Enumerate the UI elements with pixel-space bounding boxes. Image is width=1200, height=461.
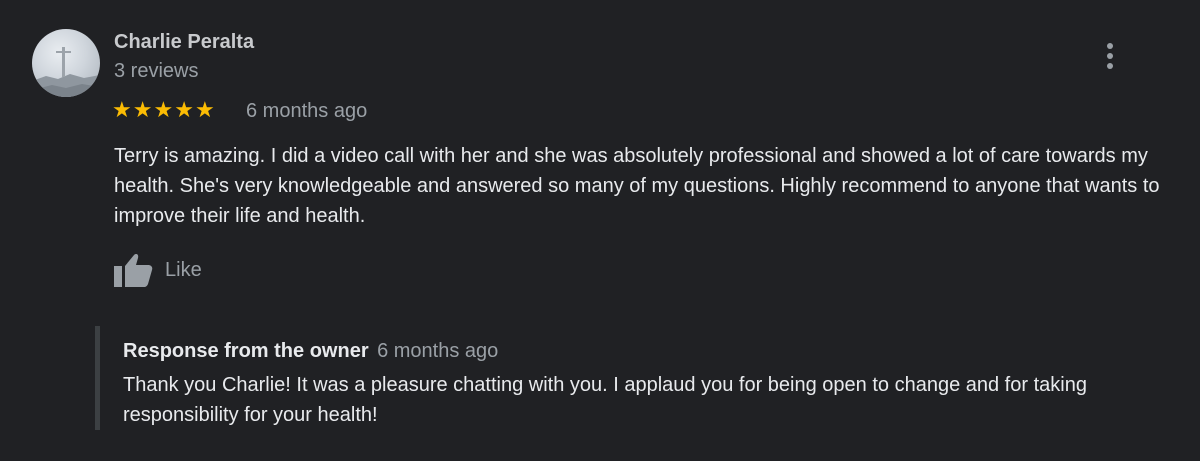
avatar-photo <box>32 47 100 97</box>
star-icon: ★ <box>174 97 194 122</box>
star-icon: ★ <box>112 97 132 122</box>
more-vert-icon-dot <box>1107 63 1113 69</box>
star-icon: ★ <box>153 97 174 122</box>
more-vert-icon <box>1107 43 1113 49</box>
review-date: 6 months ago <box>246 100 368 122</box>
star-icon: ★ <box>194 97 215 122</box>
author-avatar[interactable] <box>32 29 100 97</box>
star-rating: ★ ★ ★ ★ ★ <box>112 97 216 123</box>
more-options-button[interactable] <box>1098 40 1122 72</box>
star-icon: ★ <box>132 97 153 122</box>
review-text: Terry is amazing. I did a video call wit… <box>114 145 1160 227</box>
response-title: Response from the owner <box>123 340 369 362</box>
response-date: 6 months ago <box>377 340 499 362</box>
like-label: Like <box>165 259 202 281</box>
response-text: Thank you Charlie! It was a pleasure cha… <box>123 374 1087 426</box>
thumbs-up-icon <box>114 254 153 287</box>
author-name[interactable]: Charlie Peralta <box>114 30 254 54</box>
like-button[interactable]: Like <box>112 252 202 288</box>
owner-response: Response from the owner 6 months ago Tha… <box>95 326 1180 430</box>
response-header: Response from the owner 6 months ago <box>123 339 498 365</box>
review-count[interactable]: 3 reviews <box>114 59 198 83</box>
more-vert-icon-dot <box>1107 53 1113 59</box>
